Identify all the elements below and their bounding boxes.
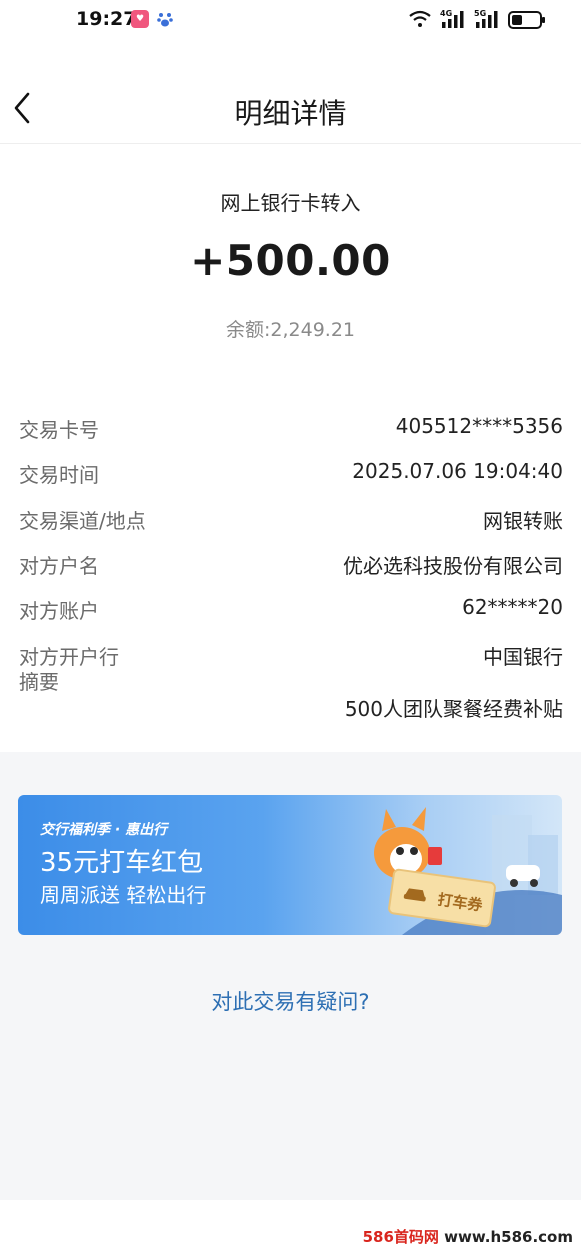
watermark-prefix: 586首码网: [362, 1228, 439, 1246]
detail-label: 交易渠道/地点: [19, 509, 146, 533]
dispute-link[interactable]: 对此交易有疑问?: [0, 986, 581, 1016]
car-icon: [403, 888, 426, 902]
detail-value: 405512****5356: [395, 414, 563, 438]
network-label-5g: 5G: [474, 9, 486, 18]
detail-label: 对方账户: [19, 599, 99, 623]
signal-icon: 4G: [440, 9, 464, 28]
detail-value: 优必选科技股份有限公司: [343, 554, 563, 578]
banner-tag: 交行福利季 · 惠出行: [40, 822, 168, 838]
transaction-amount: +500.00: [190, 236, 391, 285]
watermark-site: www.h586.com: [438, 1228, 573, 1246]
shopping-app-icon: ♥: [131, 10, 149, 28]
detail-label: 摘要: [19, 670, 59, 694]
page-title: 明细详情: [234, 97, 347, 130]
ticket-label: 打车券: [436, 890, 484, 915]
transaction-type: 网上银行卡转入: [220, 191, 361, 215]
watermark: 586首码网 www.h586.com: [363, 1226, 573, 1247]
detail-value: 2025.07.06 19:04:40: [352, 459, 563, 483]
baidu-icon: [157, 13, 173, 27]
nav-bar: 明细详情: [0, 72, 581, 144]
banner-subtitle: 周周派送 轻松出行: [40, 883, 207, 907]
detail-label: 交易时间: [19, 463, 99, 487]
detail-value: 500人团队聚餐经费补贴: [344, 697, 563, 721]
banner-title: 35元打车红包: [40, 848, 204, 878]
detail-label: 对方户名: [19, 554, 99, 578]
detail-value: 网银转账: [483, 509, 563, 533]
status-time: 19:27: [76, 8, 137, 30]
balance-text: 余额:2,249.21: [225, 319, 355, 341]
detail-label: 交易卡号: [19, 418, 99, 442]
battery-icon: [508, 11, 545, 29]
promo-banner[interactable]: 交行福利季 · 惠出行 35元打车红包 周周派送 轻松出行 打车券: [18, 795, 562, 935]
network-label-4g: 4G: [440, 9, 452, 18]
detail-value: 中国银行: [483, 645, 563, 669]
wifi-icon: [409, 10, 431, 27]
signal-icon: 5G: [474, 9, 498, 28]
status-bar: 19:27 ♥ 4G 5G: [0, 0, 581, 44]
detail-value: 62*****20: [462, 595, 563, 619]
